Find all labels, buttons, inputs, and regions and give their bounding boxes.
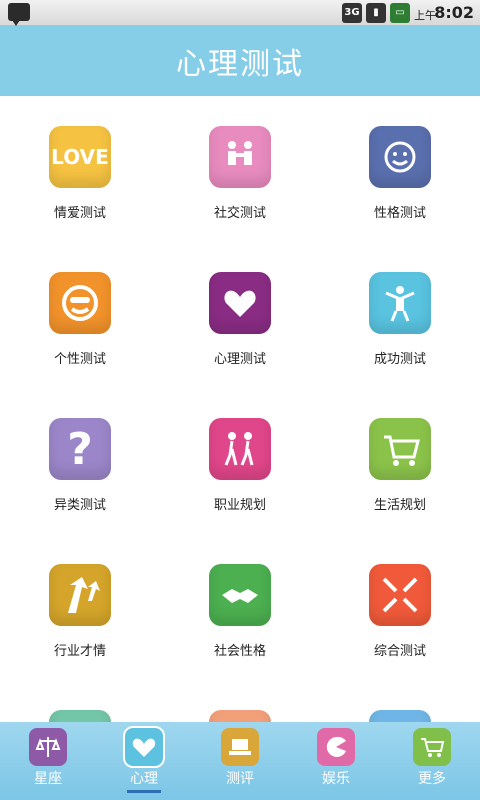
tile-label: 社会性格 <box>213 644 266 659</box>
tab-more[interactable]: 更多 <box>384 728 480 788</box>
tile-social-character[interactable]: 社会性格 <box>160 564 320 659</box>
battery-icon: ▭ <box>390 2 410 23</box>
bottom-tab-bar: 星座 心理 测评 娱乐 更多 <box>0 722 480 800</box>
tab-label: 娱乐 <box>322 771 350 787</box>
hikers-icon <box>209 418 271 480</box>
tile-success-test[interactable]: 成功测试 <box>320 272 480 367</box>
smiley-headphones-icon <box>369 126 431 188</box>
tile-label: 异类测试 <box>53 498 106 513</box>
tile-unusual-test[interactable]: ? 异类测试 <box>0 418 160 513</box>
tab-constellation[interactable]: 星座 <box>0 728 96 788</box>
signal-icon: ▮ <box>366 2 386 23</box>
active-tab-indicator <box>127 790 161 793</box>
pacman-icon <box>317 728 355 766</box>
status-bar: 3G ▮ ▭ 上午 8:02 <box>0 0 480 26</box>
tile-label: 社交测试 <box>213 206 266 221</box>
page-header: 心理测试 <box>0 26 480 96</box>
tile-label: 情爱测试 <box>53 206 106 221</box>
tab-label: 心理 <box>130 771 158 787</box>
tile-label: 性格测试 <box>373 206 426 221</box>
love-icon: LOVE <box>49 126 111 188</box>
tile-label: 成功测试 <box>373 352 426 367</box>
tile-label: 生活规划 <box>373 498 426 513</box>
page-title: 心理测试 <box>176 47 304 82</box>
partial-icon <box>209 710 271 722</box>
tile-personality-test[interactable]: 性格测试 <box>320 126 480 221</box>
tile-social-test[interactable]: 社交测试 <box>160 126 320 221</box>
tab-evaluation[interactable]: 测评 <box>192 728 288 788</box>
tile-industry-talent[interactable]: 行业才情 <box>0 564 160 659</box>
tile-life-planning[interactable]: 生活规划 <box>320 418 480 513</box>
social-people-icon <box>209 126 271 188</box>
tile-label: 综合测试 <box>373 644 426 659</box>
scales-icon <box>29 728 67 766</box>
arrows-up-icon <box>49 564 111 626</box>
heart-icon <box>123 726 165 768</box>
success-person-icon <box>369 272 431 334</box>
partial-icon <box>49 710 111 722</box>
status-icons: 3G ▮ ▭ <box>342 2 410 23</box>
partial-icon <box>369 710 431 722</box>
tab-psychology[interactable]: 心理 <box>96 726 192 793</box>
tab-label: 更多 <box>418 771 446 787</box>
laptop-icon <box>221 728 259 766</box>
tab-label: 测评 <box>226 771 254 787</box>
test-grid: LOVE 情爱测试 社交测试 性格测试 个性测试 心理测试 成功测试 ? 异类测… <box>0 96 480 722</box>
tile-individuality-test[interactable]: 个性测试 <box>0 272 160 367</box>
tile-label: 职业规划 <box>213 498 266 513</box>
tile-partial-3[interactable] <box>320 710 480 722</box>
tab-label: 星座 <box>34 771 62 787</box>
tab-entertainment[interactable]: 娱乐 <box>288 728 384 788</box>
tile-partial-2[interactable] <box>160 710 320 722</box>
tile-label: 个性测试 <box>53 352 106 367</box>
status-ampm: 上午 <box>414 9 436 22</box>
shopping-cart-icon <box>369 418 431 480</box>
question-mark-icon: ? <box>49 418 111 480</box>
status-time: 8:02 <box>434 3 474 22</box>
arrows-in-icon <box>369 564 431 626</box>
cart-icon <box>413 728 451 766</box>
tile-love-test[interactable]: LOVE 情爱测试 <box>0 126 160 221</box>
message-notification-icon[interactable] <box>8 3 30 26</box>
tile-career-planning[interactable]: 职业规划 <box>160 418 320 513</box>
handshake-icon <box>209 564 271 626</box>
tile-label: 行业才情 <box>53 644 106 659</box>
tile-partial-1[interactable] <box>0 710 160 722</box>
heart-hands-icon <box>209 272 271 334</box>
network-3g-icon: 3G <box>342 2 362 23</box>
cool-face-icon <box>49 272 111 334</box>
tile-comprehensive-test[interactable]: 综合测试 <box>320 564 480 659</box>
tile-label: 心理测试 <box>213 352 266 367</box>
tile-psychology-test[interactable]: 心理测试 <box>160 272 320 367</box>
